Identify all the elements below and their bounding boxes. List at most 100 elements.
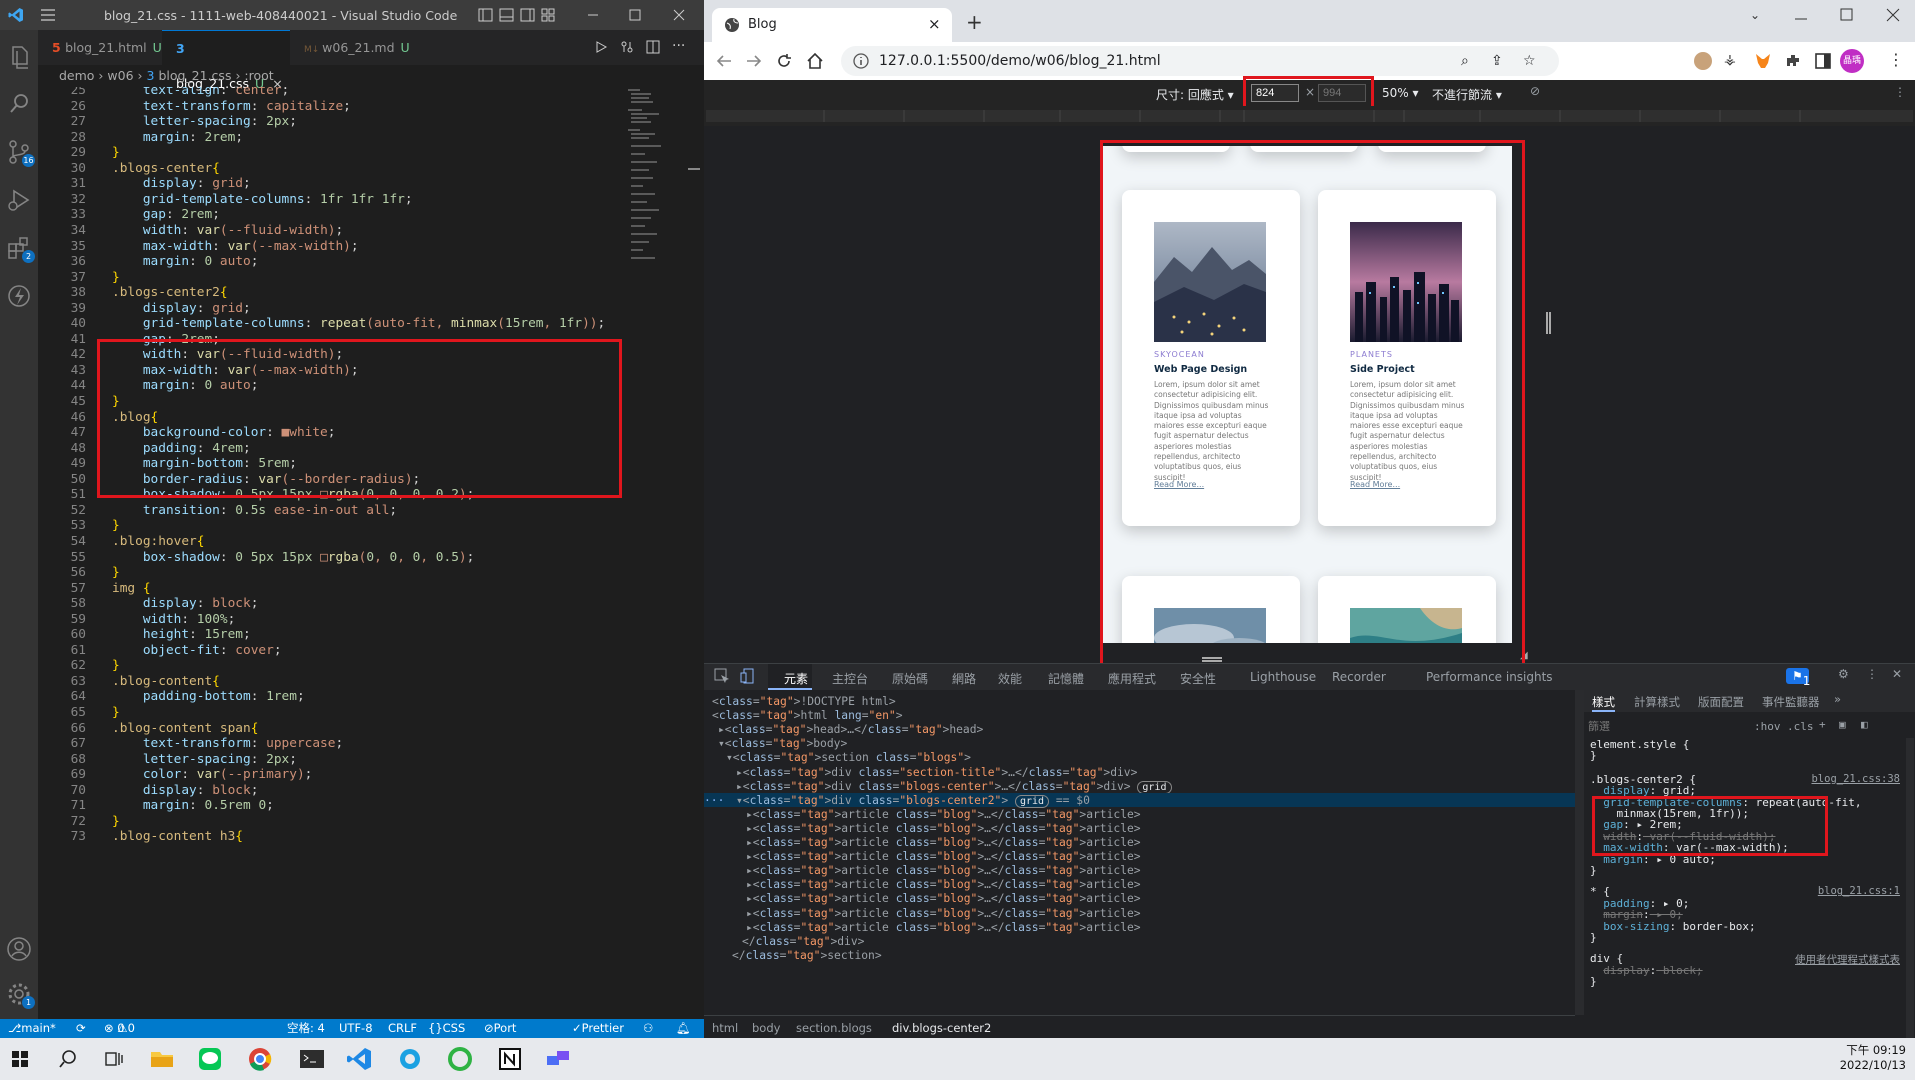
elements-tree[interactable]: <class="tag">!DOCTYPE html> <class="tag">… (704, 690, 1575, 1015)
style-source-link[interactable]: blog_21.css:38 (1811, 773, 1900, 785)
dom-node[interactable]: ▸<class="tag">div class="blogs-center">…… (736, 780, 1172, 794)
dom-node[interactable]: ▸<class="tag">head>…</class="tag">head> (718, 723, 983, 736)
media-query-ruler[interactable] (704, 106, 1915, 126)
split-editor-icon[interactable] (646, 40, 660, 54)
thunder-client-icon[interactable] (5, 282, 33, 310)
dom-node-article[interactable]: ▸<class="tag">article class="blog">…</cl… (746, 921, 1141, 934)
scrollbar-thumb[interactable] (688, 168, 700, 170)
green-app-icon[interactable] (444, 1044, 476, 1074)
encoding-status[interactable]: UTF-8 (339, 1019, 373, 1038)
live-server-status[interactable]: ⊘ Port : 5500 (484, 1019, 523, 1073)
zoom-dropdown[interactable]: 50% ▾ (1382, 86, 1419, 100)
devtools-close-icon[interactable]: ✕ (1892, 667, 1902, 681)
task-view-icon[interactable] (98, 1044, 130, 1074)
menu-icon[interactable] (40, 8, 56, 22)
style-line[interactable]: element.style { (1590, 738, 1689, 751)
share-icon[interactable]: ⇪ (1491, 46, 1503, 76)
profile-avatar[interactable]: 晶瑀 (1840, 49, 1864, 73)
crumb-div[interactable]: div.blogs-center2 (892, 1021, 991, 1035)
dom-node[interactable]: </class="tag">div> (742, 935, 864, 948)
cortana-icon[interactable] (394, 1044, 426, 1074)
tab-console[interactable]: 主控台 (832, 670, 868, 687)
tab-security[interactable]: 安全性 (1180, 670, 1216, 687)
dom-node-article[interactable]: ▸<class="tag">article class="blog">…</cl… (746, 836, 1141, 849)
close-button[interactable] (672, 5, 686, 25)
dom-node-article[interactable]: ▸<class="tag">article class="blog">…</cl… (746, 878, 1141, 891)
minimize-button[interactable] (586, 5, 600, 25)
new-tab-button[interactable]: + (966, 10, 983, 34)
eol-status[interactable]: CRLF (388, 1019, 417, 1038)
device-dimensions-dropdown[interactable]: 尺寸: 回應式 ▾ (1156, 86, 1234, 103)
tab-computed[interactable]: 計算樣式 (1634, 694, 1680, 710)
network-app-icon[interactable] (542, 1044, 574, 1074)
back-icon[interactable] (716, 53, 732, 69)
extensions-puzzle-icon[interactable] (1784, 52, 1802, 70)
style-line[interactable]: } (1590, 931, 1597, 944)
dom-node-article[interactable]: ▸<class="tag">article class="blog">…</cl… (746, 850, 1141, 863)
indent-status[interactable]: 空格: 4 (287, 1019, 325, 1038)
grid-badge[interactable]: grid (1137, 780, 1172, 794)
style-line[interactable]: } (1590, 864, 1597, 877)
device-more-icon[interactable]: ⋮ (1894, 85, 1906, 99)
tab-performance-insights[interactable]: Performance insights (1426, 670, 1553, 684)
settings-gear-icon[interactable]: 1 (5, 980, 35, 1009)
inspect-element-icon[interactable] (714, 668, 730, 684)
code-editor[interactable]: 25 text-align: center; 26 text-transform:… (38, 87, 656, 1019)
grid-badge[interactable]: grid (1014, 794, 1050, 808)
chrome-app-icon[interactable] (244, 1044, 276, 1074)
maximize-button[interactable] (628, 5, 642, 25)
info-icon[interactable] (853, 53, 869, 69)
source-control-icon[interactable]: 16 (5, 138, 35, 167)
zoom-icon[interactable]: ⌕ (1461, 46, 1469, 76)
tab-blog-html[interactable]: 5 blog_21.html U (38, 30, 162, 65)
forward-icon[interactable] (746, 53, 762, 69)
extensions-icon[interactable]: 2 (5, 234, 35, 263)
dom-node[interactable]: <class="tag">html lang="en"> (712, 709, 903, 722)
devtools-more-icon[interactable]: ⋮ (1866, 667, 1878, 681)
taskbar-search-icon[interactable] (52, 1044, 84, 1074)
elements-scrollbar[interactable] (1575, 690, 1584, 1015)
notion-app-icon[interactable] (494, 1044, 526, 1074)
terminal-app-icon[interactable] (296, 1044, 328, 1074)
home-icon[interactable] (806, 52, 824, 70)
styles-filter-input[interactable] (1588, 718, 1728, 736)
extension-face-icon[interactable] (1694, 52, 1712, 70)
rotate-icon[interactable]: ⊘ (1530, 84, 1540, 98)
cls-toggle[interactable]: .cls (1787, 720, 1814, 733)
hov-toggle[interactable]: :hov (1754, 720, 1781, 733)
dom-node-article[interactable]: ▸<class="tag">article class="blog">…</cl… (746, 808, 1141, 821)
devtools-settings-gear-icon[interactable]: ⚙ (1838, 667, 1849, 681)
line-app-icon[interactable] (194, 1044, 226, 1074)
tab-event-listeners[interactable]: 事件監聽器 (1762, 694, 1820, 710)
layout-icons[interactable] (478, 8, 568, 22)
dom-node-article[interactable]: ▸<class="tag">article class="blog">…</cl… (746, 864, 1141, 877)
style-rules[interactable]: element.style {} .blogs-center2 {blog_21.… (1584, 738, 1904, 1038)
explorer-icon[interactable] (5, 42, 33, 70)
run-icon[interactable] (594, 40, 608, 54)
tab-performance[interactable]: 效能 (998, 670, 1022, 687)
language-status[interactable]: {} CSS (428, 1019, 465, 1038)
maximize-button[interactable] (1840, 8, 1854, 22)
dom-node[interactable]: </class="tag">section> (732, 949, 882, 962)
branch-status[interactable]: ⎇ main* (8, 1019, 56, 1038)
tab-application[interactable]: 應用程式 (1108, 670, 1156, 687)
vscode-app-icon[interactable] (344, 1044, 376, 1074)
dom-node[interactable]: ▾<class="tag">div class="blogs-center2">… (736, 794, 1090, 808)
crumb-section[interactable]: section.blogs (796, 1021, 872, 1035)
minimize-button[interactable] (1794, 12, 1808, 26)
tab-recorder[interactable]: Recorder (1332, 670, 1386, 684)
device-toggle-icon[interactable] (740, 668, 756, 684)
tab-styles[interactable]: 樣式 (1592, 694, 1615, 712)
clock[interactable]: 下午 09:19 2022/10/13 (1836, 1042, 1906, 1072)
sidepanel-icon[interactable] (1814, 52, 1832, 70)
style-line[interactable]: } (1590, 975, 1597, 988)
throttle-dropdown[interactable]: 不進行節流 ▾ (1432, 86, 1502, 103)
style-line[interactable]: display: block; (1590, 964, 1702, 977)
problems-status[interactable]: ⊗ 0 ⚠ 0 (104, 1019, 135, 1038)
tab-blog[interactable]: Blog × (712, 8, 952, 42)
dom-node[interactable]: ▾<class="tag">body> (718, 737, 847, 750)
tab-search-icon[interactable]: ⌄ (1750, 8, 1760, 22)
crumb-html[interactable]: html (712, 1021, 738, 1035)
tab-layout[interactable]: 版面配置 (1698, 694, 1744, 710)
style-line[interactable]: } (1590, 749, 1597, 762)
